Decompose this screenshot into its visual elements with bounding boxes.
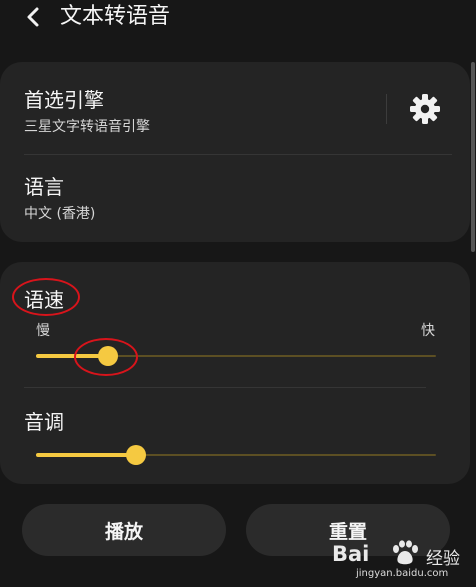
annotation-circle <box>12 278 80 316</box>
preferred-engine-label: 首选引擎 <box>24 88 104 112</box>
top-bar: 文本转语音 <box>0 0 476 40</box>
speech-controls-card: 语速 慢 快 音调 <box>0 262 470 484</box>
watermark-url: jingyan.baidu.com <box>356 568 449 579</box>
slider-thumb[interactable] <box>126 445 146 465</box>
annotation-circle <box>74 338 138 376</box>
pitch-label: 音调 <box>24 410 64 434</box>
scrollbar[interactable] <box>471 62 475 252</box>
play-button[interactable]: 播放 <box>22 504 226 556</box>
watermark-brand: Bai <box>332 542 370 566</box>
engine-settings-button[interactable] <box>408 92 442 126</box>
language-value: 中文 (香港) <box>24 206 96 222</box>
back-button[interactable] <box>20 2 46 32</box>
slow-label: 慢 <box>36 323 50 339</box>
language-label: 语言 <box>24 175 64 199</box>
gear-icon <box>410 94 440 124</box>
page-title: 文本转语音 <box>60 4 171 29</box>
chevron-left-icon <box>27 7 39 27</box>
slider-fill <box>36 453 136 457</box>
pitch-slider[interactable] <box>36 443 436 467</box>
paw-icon <box>393 540 418 565</box>
row-divider <box>24 387 426 388</box>
engine-language-card: 首选引擎 三星文字转语音引擎 语言 中文 (香港) <box>0 62 470 242</box>
baidu-watermark: Bai 经验 jingyan.baidu.com <box>322 538 472 586</box>
preferred-engine-row[interactable]: 首选引擎 三星文字转语音引擎 <box>0 62 386 154</box>
fast-label: 快 <box>421 323 435 339</box>
preferred-engine-value: 三星文字转语音引擎 <box>24 119 150 135</box>
language-row[interactable]: 语言 中文 (香港) <box>0 155 470 242</box>
vertical-divider <box>386 94 387 124</box>
watermark-suffix: 经验 <box>426 549 460 569</box>
